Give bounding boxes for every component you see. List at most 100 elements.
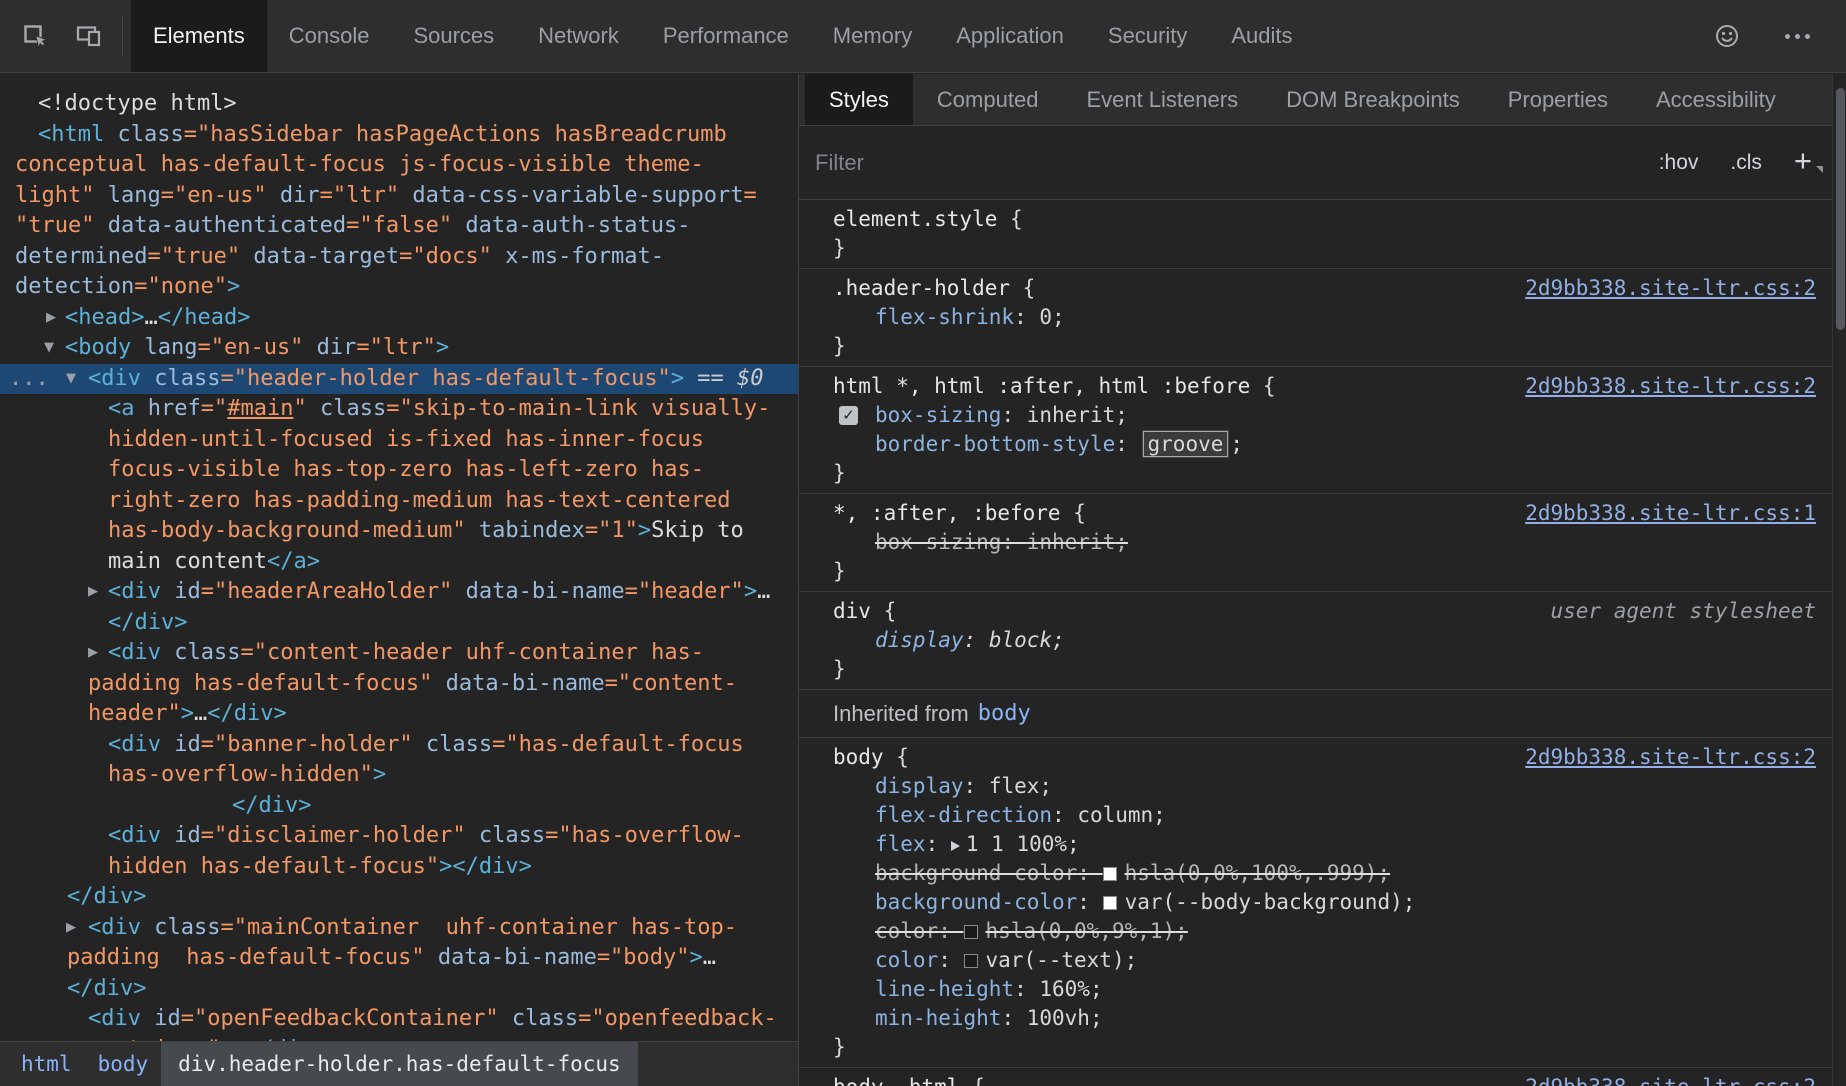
dom-tree-line[interactable]: <html class="hasSidebar hasPageActions h…: [0, 120, 798, 151]
chevron-right-icon[interactable]: ▶: [88, 638, 98, 669]
chevron-right-icon[interactable]: ▶: [88, 577, 98, 608]
dom-tree-line[interactable]: ▶<head>…</head>: [0, 303, 798, 334]
css-property[interactable]: background-color: hsla(0,0%,100%,.999);: [799, 859, 1832, 888]
stylesheet-link[interactable]: 2d9bb338.site-ltr.css:2: [1525, 743, 1816, 772]
dom-tree-line[interactable]: has-body-background-medium" tabindex="1"…: [0, 516, 798, 547]
panel-split-divider[interactable]: [798, 74, 799, 1086]
tab-application[interactable]: Application: [934, 0, 1086, 72]
css-property[interactable]: line-height: 160%;: [799, 975, 1832, 1004]
tab-console[interactable]: Console: [267, 0, 392, 72]
tab-security[interactable]: Security: [1086, 0, 1209, 72]
css-property[interactable]: border-bottom-style: groove;: [799, 430, 1832, 459]
chevron-right-icon[interactable]: ▶: [46, 303, 56, 334]
stylesheet-link[interactable]: 2d9bb338.site-ltr.css:2: [1525, 1073, 1816, 1086]
inspect-element-icon[interactable]: [14, 15, 56, 57]
dom-tree-line[interactable]: ▶<div class="mainContainer uhf-container…: [0, 913, 798, 944]
dom-tree-line[interactable]: ▶<div id="headerAreaHolder" data-bi-name…: [0, 577, 798, 608]
more-menu-icon[interactable]: [1776, 15, 1818, 57]
dom-tree-line[interactable]: <div id="openFeedbackContainer" class="o…: [0, 1004, 798, 1035]
breadcrumb-html[interactable]: html: [8, 1042, 85, 1086]
css-property[interactable]: flex: 1 1 100%;: [799, 830, 1832, 859]
scrollbar[interactable]: [1832, 74, 1846, 1086]
rule-selector[interactable]: element.style: [833, 207, 997, 231]
css-property[interactable]: flex-shrink: 0;: [799, 303, 1832, 332]
dom-tree-line[interactable]: ▼<body lang="en-us" dir="ltr">: [0, 333, 798, 364]
breadcrumb-div-header-holder-has-default-focus[interactable]: div.header-holder.has-default-focus: [161, 1042, 638, 1086]
tab-performance[interactable]: Performance: [641, 0, 811, 72]
styles-filter-input[interactable]: [815, 150, 1637, 176]
stylesheet-link[interactable]: 2d9bb338.site-ltr.css:1: [1525, 499, 1816, 528]
dom-tree-line[interactable]: <!doctype html>: [0, 89, 798, 120]
chevron-right-icon[interactable]: ▶: [66, 913, 76, 944]
dom-tree-line[interactable]: <div id="disclaimer-holder" class="has-o…: [0, 821, 798, 852]
sidebar-tab-accessibility[interactable]: Accessibility: [1632, 74, 1800, 125]
sidebar-tab-dom-breakpoints[interactable]: DOM Breakpoints: [1262, 74, 1484, 125]
sidebar-tab-event-listeners[interactable]: Event Listeners: [1062, 74, 1262, 125]
element-classes-button[interactable]: .cls: [1730, 151, 1762, 175]
inherited-node-link[interactable]: body: [978, 701, 1031, 726]
stylesheet-link[interactable]: 2d9bb338.site-ltr.css:2: [1525, 274, 1816, 303]
sidebar-tab-properties[interactable]: Properties: [1484, 74, 1632, 125]
property-checkbox[interactable]: ✓: [839, 406, 858, 425]
css-property[interactable]: display: flex;: [799, 772, 1832, 801]
dom-tree-line[interactable]: <a href="#main" class="skip-to-main-link…: [0, 394, 798, 425]
sidebar-tab-styles[interactable]: Styles: [805, 74, 913, 125]
dom-tree-line[interactable]: padding has-default-focus" data-bi-name=…: [0, 943, 798, 974]
rule-selector[interactable]: html *, html :after, html :before: [833, 374, 1250, 398]
rule-selector[interactable]: body: [833, 745, 884, 769]
css-property[interactable]: box-sizing: inherit;: [799, 528, 1832, 557]
dom-tree-line[interactable]: header">…</div>: [0, 699, 798, 730]
color-swatch[interactable]: [964, 954, 978, 968]
breadcrumb-body[interactable]: body: [85, 1042, 162, 1086]
device-toolbar-icon[interactable]: [68, 15, 110, 57]
color-swatch[interactable]: [1103, 896, 1117, 910]
sidebar-tab-computed[interactable]: Computed: [913, 74, 1063, 125]
dom-tree-line[interactable]: hidden-until-focused is-fixed has-inner-…: [0, 425, 798, 456]
chevron-down-icon[interactable]: ▼: [44, 333, 54, 364]
feedback-smiley-icon[interactable]: [1706, 15, 1748, 57]
tab-memory[interactable]: Memory: [811, 0, 934, 72]
dom-tree-line[interactable]: padding has-default-focus" data-bi-name=…: [0, 669, 798, 700]
css-property[interactable]: color: hsla(0,0%,9%,1);: [799, 917, 1832, 946]
dom-tree-line[interactable]: </div>: [0, 608, 798, 639]
hidden-overflow-ellipsis[interactable]: ...: [9, 364, 49, 395]
dom-tree-line[interactable]: </div>: [0, 974, 798, 1005]
tab-elements[interactable]: Elements: [131, 0, 267, 72]
dom-tree-line[interactable]: has-overflow-hidden">: [0, 760, 798, 791]
toggle-element-state-button[interactable]: :hov: [1659, 151, 1699, 175]
tab-sources[interactable]: Sources: [391, 0, 516, 72]
css-property[interactable]: color: var(--text);: [799, 946, 1832, 975]
dom-tree-line[interactable]: detection="none">: [0, 272, 798, 303]
tab-audits[interactable]: Audits: [1209, 0, 1314, 72]
dom-tree-line[interactable]: focus-visible has-top-zero has-left-zero…: [0, 455, 798, 486]
dom-tree-line[interactable]: hidden has-default-focus"></div>: [0, 852, 798, 883]
dom-tree-line[interactable]: ...▼<div class="header-holder has-defaul…: [0, 364, 798, 395]
rule-selector[interactable]: body, html: [833, 1075, 959, 1086]
color-swatch[interactable]: [964, 925, 978, 939]
scrollbar-thumb[interactable]: [1836, 88, 1845, 330]
css-property[interactable]: display: block;: [799, 626, 1832, 655]
tab-network[interactable]: Network: [516, 0, 641, 72]
dom-tree-line[interactable]: <div id="banner-holder" class="has-defau…: [0, 730, 798, 761]
rule-selector[interactable]: *, :after, :before: [833, 501, 1061, 525]
css-property[interactable]: background-color: var(--body-background)…: [799, 888, 1832, 917]
dom-tree-line[interactable]: conceptual has-default-focus js-focus-vi…: [0, 150, 798, 181]
stylesheet-link[interactable]: 2d9bb338.site-ltr.css:2: [1525, 372, 1816, 401]
dom-tree-line[interactable]: light" lang="en-us" dir="ltr" data-css-v…: [0, 181, 798, 212]
rule-selector[interactable]: .header-holder: [833, 276, 1010, 300]
dom-tree-line[interactable]: main content</a>: [0, 547, 798, 578]
dom-tree-line[interactable]: </div>: [0, 791, 798, 822]
dom-tree-line[interactable]: </div>: [0, 882, 798, 913]
chevron-down-icon[interactable]: ▼: [66, 364, 76, 395]
flex-expand-icon[interactable]: [951, 841, 960, 851]
rule-selector[interactable]: div: [833, 599, 871, 623]
css-property[interactable]: min-height: 100vh;: [799, 1004, 1832, 1033]
color-swatch[interactable]: [1103, 867, 1117, 881]
dom-tree-line[interactable]: right-zero has-padding-medium has-text-c…: [0, 486, 798, 517]
css-property[interactable]: flex-direction: column;: [799, 801, 1832, 830]
dom-tree-line[interactable]: "true" data-authenticated="false" data-a…: [0, 211, 798, 242]
dom-tree-line[interactable]: determined="true" data-target="docs" x-m…: [0, 242, 798, 273]
dom-tree-line[interactable]: ▶<div class="content-header uhf-containe…: [0, 638, 798, 669]
new-style-rule-button[interactable]: +: [1794, 145, 1812, 176]
css-property[interactable]: ✓box-sizing: inherit;: [799, 401, 1832, 430]
